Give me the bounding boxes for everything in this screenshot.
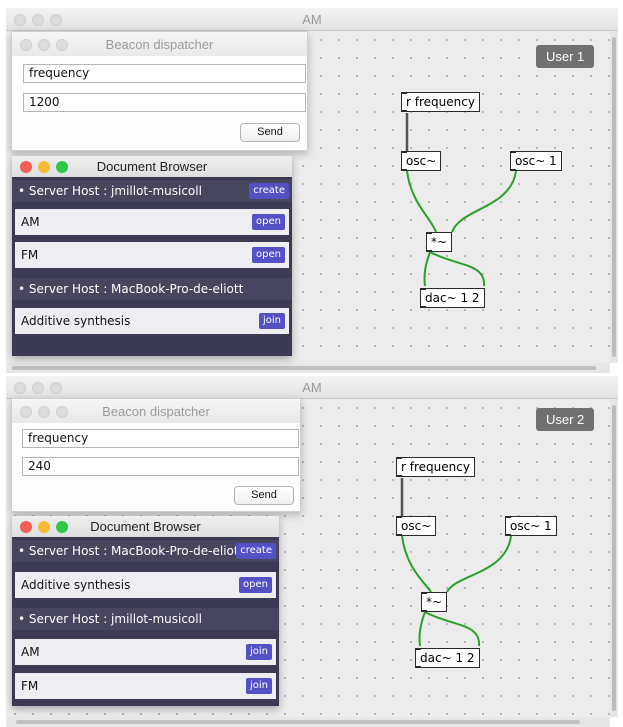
send-button[interactable]: Send <box>234 486 294 505</box>
join-button[interactable]: join <box>258 313 285 329</box>
panel-title: Beacon dispatcher <box>102 404 210 419</box>
multiply-object[interactable]: *~ <box>426 232 453 252</box>
server-host-label: • Server Host : MacBook-Pro-de-eliott <box>18 544 244 558</box>
create-button[interactable]: create <box>249 183 289 199</box>
user-badge: User 1 <box>536 45 595 68</box>
dac-object[interactable]: dac~ 1 2 <box>415 648 480 668</box>
panel-title: Document Browser <box>90 519 201 534</box>
document-row[interactable]: Additive synthesis join <box>15 308 289 334</box>
osc-object[interactable]: osc~ <box>401 151 442 171</box>
message-name-field[interactable]: frequency <box>23 64 306 83</box>
osc-object[interactable]: osc~ 1 <box>505 516 557 536</box>
server-host-row: • Server Host : MacBook-Pro-de-eliott cr… <box>12 540 279 562</box>
document-row[interactable]: AM join <box>15 639 276 665</box>
document-name: FM <box>21 248 39 262</box>
signal-cable <box>446 535 512 593</box>
server-host-row: • Server Host : jmillot-musicoll create <box>12 180 292 202</box>
server-host-label: • Server Host : jmillot-musicoll <box>18 612 202 626</box>
osc-object[interactable]: osc~ 1 <box>510 151 562 171</box>
message-name-field[interactable]: frequency <box>22 429 299 448</box>
signal-cable <box>451 170 517 233</box>
document-row[interactable]: FM join <box>15 673 276 699</box>
multiply-object[interactable]: *~ <box>421 592 448 612</box>
document-browser-panel: Document Browser • Server Host : MacBook… <box>12 516 279 706</box>
dac-object[interactable]: dac~ 1 2 <box>420 288 485 308</box>
server-host-row: • Server Host : jmillot-musicoll <box>12 608 279 630</box>
signal-cable <box>418 611 426 647</box>
beacon-dispatcher-panel: Beacon dispatcher frequency 240 Send <box>11 398 301 512</box>
signal-cable <box>401 535 432 593</box>
signal-cable <box>423 251 431 287</box>
document-row[interactable]: AM open <box>15 209 289 235</box>
panel-titlebar[interactable]: Beacon dispatcher <box>12 32 307 56</box>
signal-cable <box>406 170 437 233</box>
join-button[interactable]: join <box>245 644 272 660</box>
user-badge: User 2 <box>536 408 595 431</box>
server-host-label: • Server Host : jmillot-musicoll <box>18 184 202 198</box>
message-value-field[interactable]: 240 <box>22 457 299 476</box>
signal-cable <box>429 251 486 287</box>
panel-titlebar[interactable]: Beacon dispatcher <box>12 399 300 423</box>
document-name: Additive synthesis <box>21 314 131 328</box>
panel-titlebar[interactable]: Document Browser <box>12 516 279 537</box>
open-button[interactable]: open <box>252 214 285 230</box>
open-button[interactable]: open <box>239 577 272 593</box>
document-name: Additive synthesis <box>21 578 131 592</box>
beacon-dispatcher-panel: Beacon dispatcher frequency 1200 Send <box>11 31 308 151</box>
panel-titlebar[interactable]: Document Browser <box>12 156 292 177</box>
server-host-label: • Server Host : MacBook-Pro-de-eliott <box>18 282 244 296</box>
create-button[interactable]: create <box>236 543 276 559</box>
document-name: FM <box>21 679 39 693</box>
document-row[interactable]: Additive synthesis open <box>15 572 276 598</box>
panel-title: Document Browser <box>96 159 208 174</box>
signal-cable <box>424 611 481 647</box>
document-name: AM <box>21 215 40 229</box>
receive-object[interactable]: r frequency <box>396 457 475 477</box>
join-button[interactable]: join <box>245 678 272 694</box>
osc-object[interactable]: osc~ <box>396 516 437 536</box>
message-value-field[interactable]: 1200 <box>23 93 306 112</box>
open-button[interactable]: open <box>252 247 285 263</box>
document-browser-panel: Document Browser • Server Host : jmillot… <box>12 156 292 356</box>
send-button[interactable]: Send <box>240 123 300 142</box>
server-host-row: • Server Host : MacBook-Pro-de-eliott <box>12 278 292 300</box>
document-name: AM <box>21 645 40 659</box>
panel-title: Beacon dispatcher <box>105 37 214 52</box>
receive-object[interactable]: r frequency <box>401 92 480 112</box>
document-row[interactable]: FM open <box>15 242 289 268</box>
